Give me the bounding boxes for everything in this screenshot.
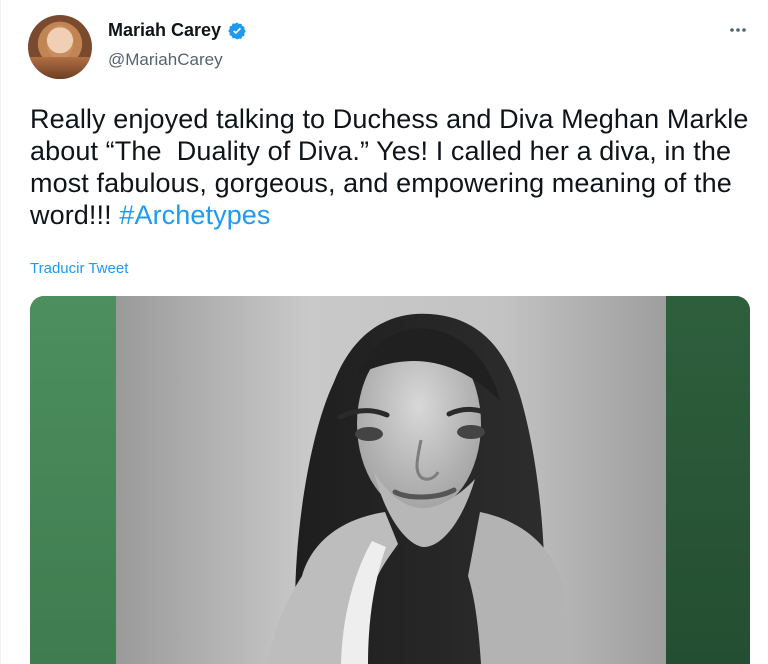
portrait-illustration <box>266 313 569 664</box>
tweet-media-image[interactable] <box>30 296 750 664</box>
profile-avatar[interactable] <box>28 15 92 79</box>
more-options-icon[interactable] <box>726 18 750 42</box>
media-right-panel <box>666 296 750 664</box>
author-name-row: Mariah Carey <box>108 20 247 41</box>
portrait-photo <box>116 296 666 664</box>
tweet-text: Really enjoyed talking to Duchess and Di… <box>30 103 750 231</box>
hashtag-link[interactable]: #Archetypes <box>119 200 270 230</box>
verified-badge-icon <box>228 22 246 39</box>
translate-tweet-link[interactable]: Traducir Tweet <box>30 260 128 277</box>
author-display-name[interactable]: Mariah Carey <box>108 20 221 41</box>
media-left-panel <box>30 296 116 664</box>
tweet: Mariah Carey @MariahCarey Really enjoyed… <box>0 0 768 664</box>
author-handle[interactable]: @MariahCarey <box>108 50 223 70</box>
